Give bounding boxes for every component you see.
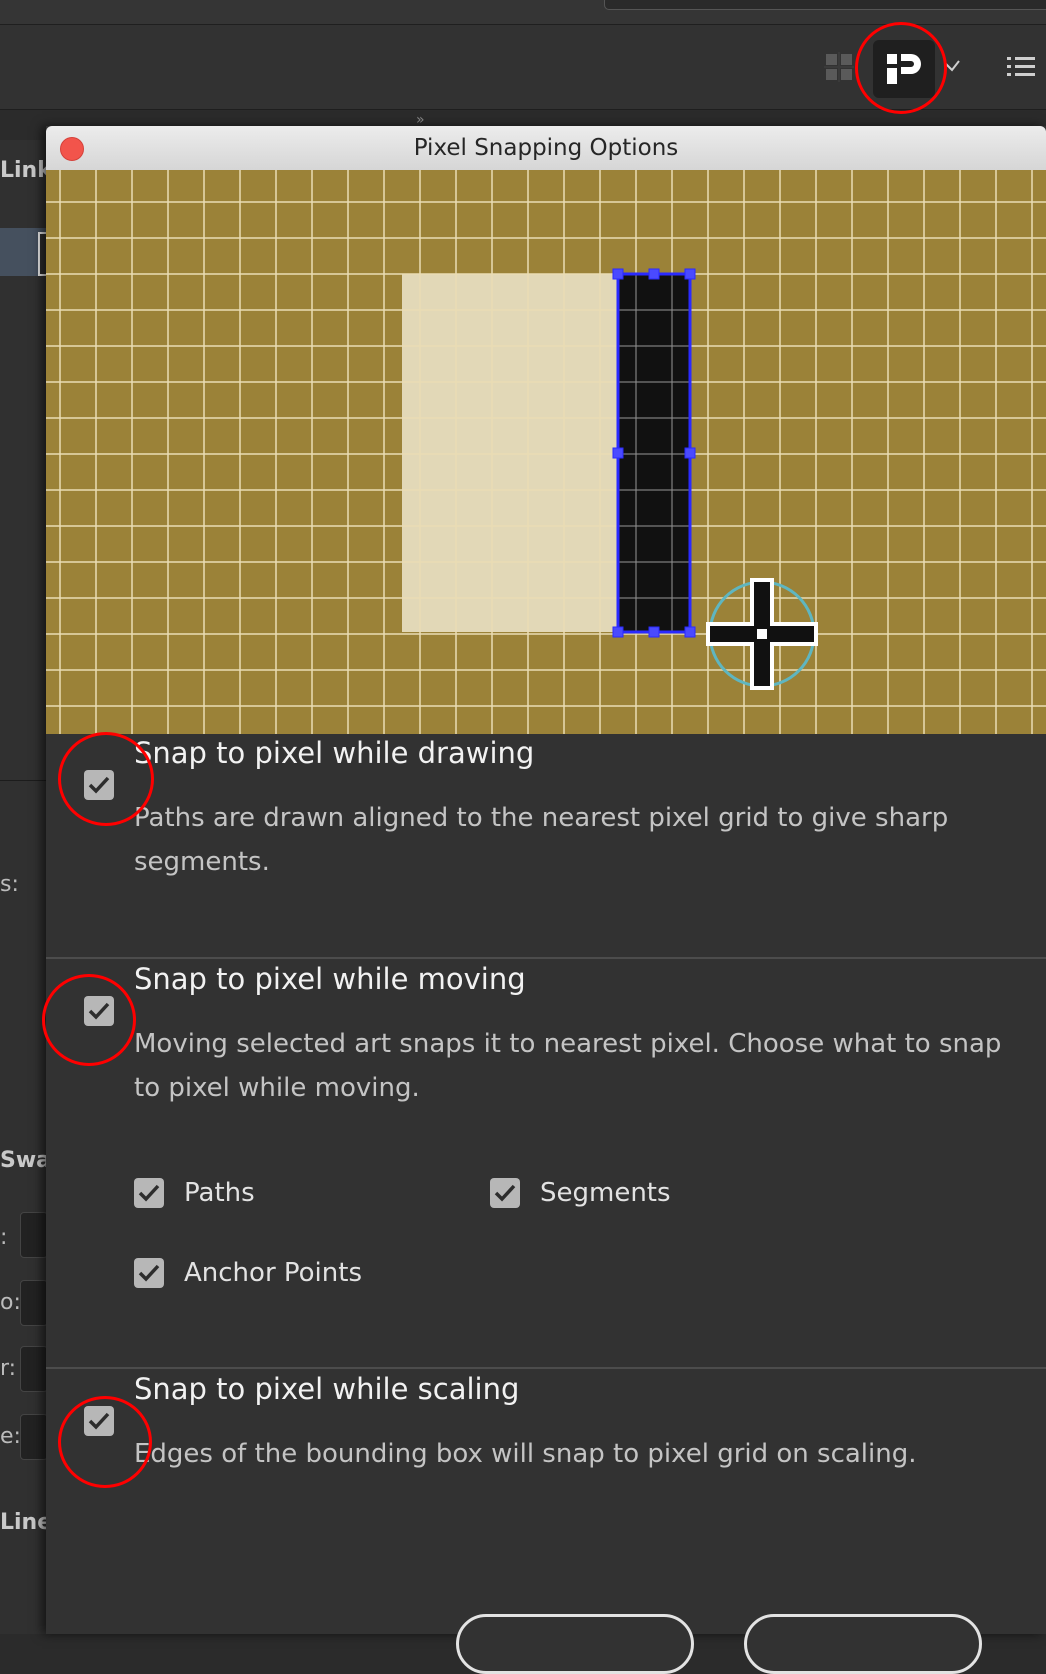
top-strip [0,0,1046,25]
segments-checkbox[interactable] [490,1178,520,1208]
snap-moving-checkbox[interactable] [84,996,114,1026]
snap-scaling-checkbox[interactable] [84,1406,114,1436]
panel-label-2: o: [0,1290,21,1315]
close-button[interactable] [60,137,84,161]
panel-tab-line[interactable]: Line [0,1510,52,1535]
crosshair-cursor-icon [706,578,818,690]
panel-label-s: s: [0,872,19,897]
cancel-button[interactable] [456,1614,694,1674]
panel-stepper[interactable] [20,1212,48,1258]
paths-label: Paths [184,1178,255,1208]
checkmark-icon [88,776,110,794]
snap-moving-description: Moving selected art snaps it to nearest … [134,1029,1002,1103]
checkmark-icon [494,1184,516,1202]
top-search-field[interactable] [604,0,1046,10]
panel-label-4: e: [0,1424,21,1449]
snap-scaling-description: Edges of the bounding box will snap to p… [134,1439,917,1469]
dialog-title: Pixel Snapping Options [413,135,679,161]
checkmark-icon [88,1002,110,1020]
checkmark-icon [88,1412,110,1430]
section-divider [46,957,1046,959]
chevron-down-icon[interactable] [942,56,962,76]
snap-drawing-title: Snap to pixel while drawing [134,736,535,770]
pixel-snapping-dialog: Pixel Snapping Options Snap to pixel whi… [46,126,1046,1634]
checkmark-icon [138,1184,160,1202]
anchor-points-label: Anchor Points [184,1258,363,1288]
paths-checkbox[interactable] [134,1178,164,1208]
anchor-points-checkbox[interactable] [134,1258,164,1288]
snap-to-pixel-icon [887,54,921,84]
ok-button[interactable] [744,1614,982,1674]
snapping-preview [46,170,1046,734]
panel-label-3: r: [0,1356,17,1381]
dialog-titlebar[interactable]: Pixel Snapping Options [46,126,1046,171]
list-menu-icon[interactable] [1006,54,1036,80]
segments-label: Segments [540,1178,671,1208]
panel-tab-swatches[interactable]: Swa [0,1148,51,1173]
panel-control-4[interactable] [20,1414,48,1460]
grid-icon[interactable] [824,52,854,82]
panel-divider [0,780,46,781]
panel-control-3[interactable] [20,1346,48,1392]
snap-moving-title: Snap to pixel while moving [134,962,526,996]
preview-illustration [46,170,1046,734]
section-divider [46,1367,1046,1369]
snap-to-pixel-button[interactable] [873,40,935,98]
snap-drawing-checkbox[interactable] [84,770,114,800]
checkmark-icon [138,1264,160,1282]
snap-scaling-title: Snap to pixel while scaling [134,1372,520,1406]
snap-drawing-description: Paths are drawn aligned to the nearest p… [134,803,949,877]
panel-control-2[interactable] [20,1280,48,1326]
panel-tab-links[interactable]: Link [0,158,52,183]
panel-label-1: : [0,1225,8,1250]
